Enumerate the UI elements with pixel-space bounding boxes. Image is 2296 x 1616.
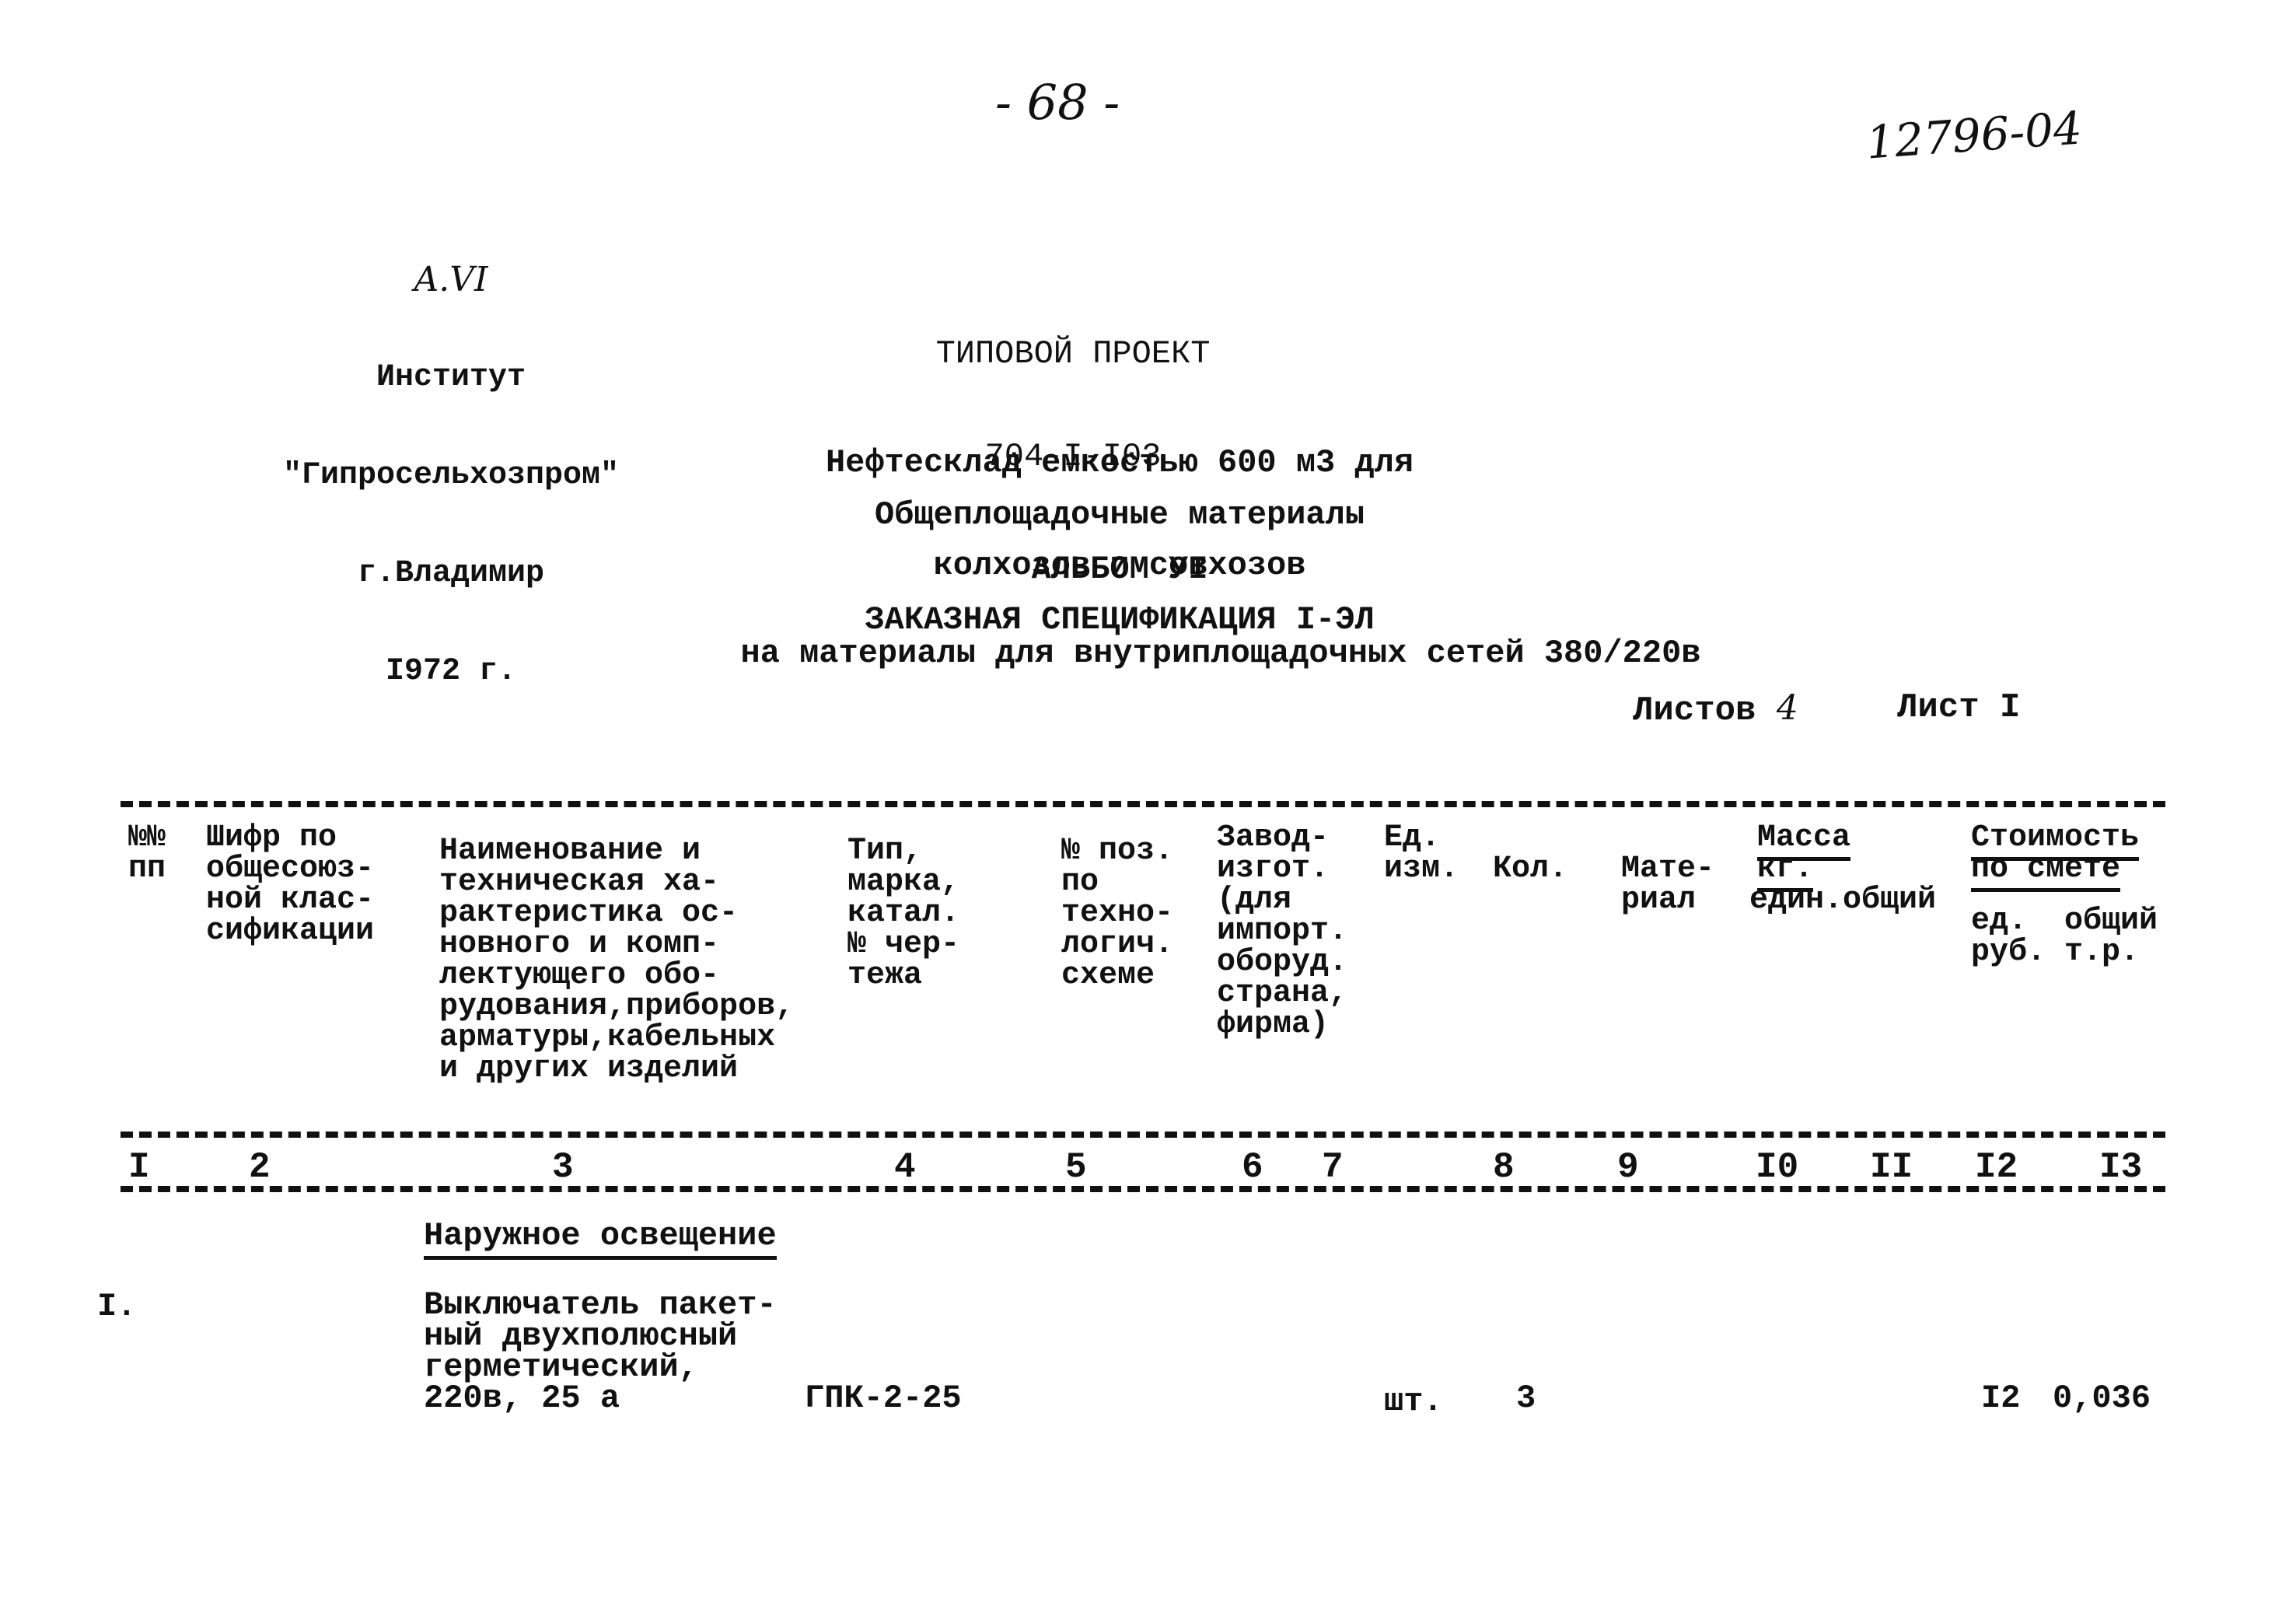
header-col-unit: Ед. изм.	[1384, 820, 1459, 887]
table-top-rule	[121, 801, 2165, 807]
header-col-1: №№ пп	[128, 820, 166, 887]
header-col-4: Тип, марка, катал. № чер- тежа	[847, 834, 960, 993]
column-number: I	[128, 1147, 150, 1188]
column-number: 8	[1493, 1147, 1515, 1188]
column-number: 3	[552, 1147, 574, 1188]
row-cost-unit: I2	[1981, 1380, 2021, 1417]
section-title: Наружное освещение	[424, 1217, 777, 1260]
column-number: I0	[1756, 1147, 1799, 1188]
sheet-number-value: I	[2000, 688, 2021, 727]
album-mark: A.VI	[414, 260, 488, 299]
row-number: I.	[97, 1288, 137, 1325]
page-number: - 68 -	[995, 74, 1120, 131]
column-number: 2	[249, 1147, 271, 1188]
spec-subtitle: на материалы для внутриплощадочных сетей…	[740, 635, 1701, 672]
row-type: ГПК-2-25	[805, 1380, 962, 1417]
header-col-6-7: Завод- изгот. (для импорт. оборуд. стран…	[1217, 820, 1348, 1042]
archive-number: 12796-04	[1864, 101, 2084, 170]
sheet-number: Лист I	[1897, 688, 2021, 727]
header-col-qty: Кол.	[1493, 852, 1568, 887]
column-number: 7	[1322, 1147, 1344, 1188]
column-number: 5	[1065, 1147, 1087, 1188]
album-title: АЛЬБОМ УI	[1031, 551, 1208, 588]
header-col-mass-sub: един.общий	[1749, 883, 1937, 918]
header-col-material: Мате- риал	[1621, 852, 1715, 918]
spec-title: ЗАКАЗНАЯ СПЕЦИФИКАЦИЯ I-ЭЛ	[865, 601, 1375, 638]
column-numbers-rule	[121, 1186, 2165, 1192]
row-qty: 3	[1516, 1380, 1536, 1417]
header-bottom-rule	[121, 1132, 2165, 1138]
object-line: Нефтесклад емкостью 600 м3 для	[825, 444, 1414, 481]
column-number: II	[1870, 1147, 1913, 1188]
column-number: 9	[1617, 1147, 1639, 1188]
header-col-3: Наименование и техническая ха- рактерист…	[439, 834, 795, 1086]
project-type: ТИПОВОЙ ПРОЕКТ	[935, 335, 1211, 373]
row-unit: шт.	[1384, 1383, 1443, 1420]
header-col-cost: Стоимость по смете	[1971, 820, 2140, 892]
header-col-2: Шифр по общесоюз- ной клас- сификации	[206, 820, 375, 949]
row-cost-total: 0,036	[2053, 1380, 2151, 1417]
column-number: I3	[2099, 1147, 2143, 1188]
header-col-mass: Масса кг.	[1757, 820, 1851, 892]
materials-title: Общеплощадочные материалы	[874, 496, 1365, 533]
row-name: Выключатель пакет- ный двухполюсный герм…	[424, 1286, 777, 1417]
column-number: I2	[1975, 1147, 2018, 1188]
column-number: 4	[894, 1147, 916, 1188]
sheets-total-value: 4	[1776, 688, 1798, 728]
sheets-total: Листов 4	[1633, 688, 1798, 730]
header-col-5: № поз. по техно- логич. схеме	[1061, 834, 1174, 993]
header-col-cost-sub: ед. общий руб. т.р.	[1971, 904, 2158, 970]
column-number: 6	[1242, 1147, 1263, 1188]
